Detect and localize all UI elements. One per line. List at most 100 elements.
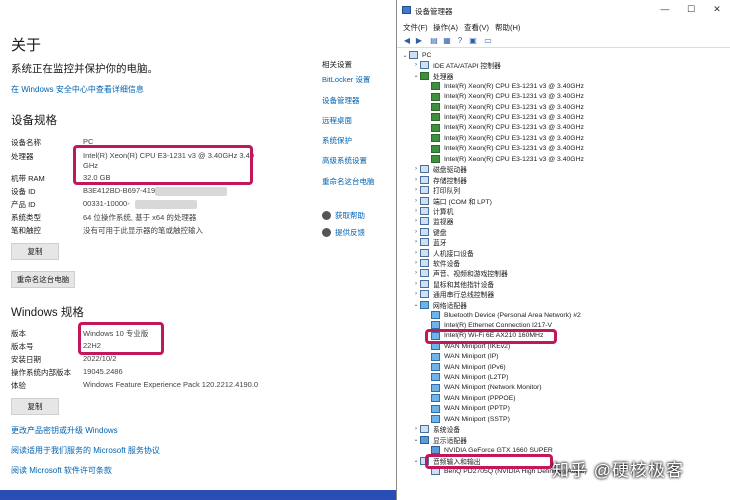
monitor-icon[interactable]: ▭ bbox=[483, 36, 493, 46]
remote-desktop-link[interactable]: 远程桌面 bbox=[322, 115, 352, 126]
expand-chevron-icon[interactable]: ⌄ bbox=[412, 301, 420, 308]
close-button[interactable]: ✕ bbox=[707, 4, 727, 15]
expand-chevron-icon[interactable]: › bbox=[412, 187, 420, 193]
tree-node[interactable]: › 存储控制器 bbox=[412, 175, 467, 185]
expand-chevron-icon[interactable]: ⌄ bbox=[412, 436, 420, 443]
maximize-button[interactable]: ☐ bbox=[681, 4, 701, 15]
expand-chevron-icon[interactable]: › bbox=[412, 218, 420, 224]
computer-icon bbox=[409, 51, 418, 59]
expand-chevron-icon[interactable]: › bbox=[412, 177, 420, 183]
tree-node[interactable]: WAN Miniport (Network Monitor) bbox=[423, 383, 542, 393]
tree-node[interactable]: › 人机接口设备 bbox=[412, 248, 474, 258]
tree-node[interactable]: WAN Miniport (PPPOE) bbox=[423, 393, 516, 403]
tree-node[interactable]: Intel(R) Xeon(R) CPU E3-1231 v3 @ 3.40GH… bbox=[423, 144, 584, 154]
tree-node[interactable]: Intel(R) Xeon(R) CPU E3-1231 v3 @ 3.40GH… bbox=[423, 92, 584, 102]
tree-node[interactable]: Intel(R) Xeon(R) CPU E3-1231 v3 @ 3.40GH… bbox=[423, 133, 584, 143]
tree-node[interactable]: WAN Miniport (IP) bbox=[423, 352, 499, 362]
expand-chevron-icon[interactable]: ⌄ bbox=[412, 457, 420, 464]
tree-node[interactable]: Intel(R) Xeon(R) CPU E3-1231 v3 @ 3.40GH… bbox=[423, 112, 584, 122]
forward-icon[interactable]: ▶ bbox=[414, 36, 424, 46]
tree-node[interactable]: WAN Miniport (PPTP) bbox=[423, 404, 510, 414]
license-terms-link[interactable]: 阅读 Microsoft 软件许可条款 bbox=[11, 465, 112, 476]
expand-chevron-icon[interactable]: › bbox=[412, 270, 420, 276]
tree-node[interactable]: › 磁盘驱动器 bbox=[412, 164, 467, 174]
tree-node-label: 系统设备 bbox=[433, 427, 461, 435]
expand-chevron-icon[interactable]: › bbox=[412, 229, 420, 235]
expand-chevron-icon[interactable]: › bbox=[412, 62, 420, 68]
expand-chevron-icon[interactable]: › bbox=[412, 426, 420, 432]
expand-chevron-icon[interactable]: › bbox=[412, 198, 420, 204]
expand-chevron-icon[interactable]: › bbox=[412, 166, 420, 172]
tree-view-icon[interactable]: ▦ bbox=[442, 36, 452, 46]
bitlocker-settings-link[interactable]: BitLocker 设置 bbox=[322, 74, 370, 85]
minimize-button[interactable]: — bbox=[655, 4, 675, 14]
tree-node[interactable]: › 计算机 bbox=[412, 206, 453, 216]
change-product-key-link[interactable]: 更改产品密钥或升级 Windows bbox=[11, 425, 118, 436]
tree-node-label: 监视器 bbox=[433, 219, 454, 227]
expand-chevron-icon[interactable]: › bbox=[412, 239, 420, 245]
tree-node[interactable]: › 鼠标和其他指针设备 bbox=[412, 279, 494, 289]
protection-status-text: 系统正在监控并保护你的电脑。 bbox=[11, 63, 158, 75]
tree-node[interactable]: › 系统设备 bbox=[412, 424, 460, 434]
dev-icon bbox=[420, 165, 429, 174]
menu-help[interactable]: 帮助(H) bbox=[495, 22, 520, 33]
service-agreement-link[interactable]: 阅读适用于我们服务的 Microsoft 服务协议 bbox=[11, 445, 160, 456]
menu-file[interactable]: 文件(F) bbox=[403, 22, 428, 33]
device-manager-window: 设备管理器 — ☐ ✕ 文件(F) 操作(A) 查看(V) 帮助(H) ◀ ▶ … bbox=[396, 0, 730, 500]
tree-node[interactable]: › 打印队列 bbox=[412, 185, 460, 195]
expand-chevron-icon[interactable]: › bbox=[412, 291, 420, 297]
chip-icon bbox=[431, 82, 440, 91]
expand-chevron-icon[interactable]: ⌄ bbox=[401, 52, 409, 59]
tree-node[interactable]: WAN Miniport (L2TP) bbox=[423, 372, 508, 382]
get-help-link[interactable]: 获取帮助 bbox=[322, 210, 365, 221]
rename-pc-button[interactable]: 重命名这台电脑 bbox=[11, 271, 75, 288]
tree-node[interactable]: › 蓝牙 bbox=[412, 237, 447, 247]
tree-node-label: 通用串行总线控制器 bbox=[433, 292, 495, 300]
copy-windows-specs-button[interactable]: 复制 bbox=[11, 398, 59, 415]
spec-key: 设备 ID bbox=[11, 187, 36, 196]
give-feedback-link[interactable]: 提供反馈 bbox=[322, 227, 365, 238]
system-protection-link[interactable]: 系统保护 bbox=[322, 135, 352, 146]
copy-device-specs-button[interactable]: 复制 bbox=[11, 243, 59, 260]
tree-node[interactable]: WAN Miniport (SSTP) bbox=[423, 414, 510, 424]
tree-node[interactable]: ⌄ 网络适配器 bbox=[412, 300, 467, 310]
expand-chevron-icon[interactable]: › bbox=[412, 260, 420, 266]
tree-node[interactable]: › 软件设备 bbox=[412, 258, 460, 268]
tree-node[interactable]: ⌄ 显示适配器 bbox=[412, 435, 467, 445]
help-icon[interactable]: ? bbox=[455, 36, 465, 46]
advanced-system-settings-link[interactable]: 高级系统设置 bbox=[322, 155, 367, 166]
expand-chevron-icon[interactable]: ⌄ bbox=[412, 72, 420, 79]
tree-node[interactable]: ⌄ 处理器 bbox=[412, 71, 453, 81]
tree-node[interactable]: › 通用串行总线控制器 bbox=[412, 289, 494, 299]
menu-view[interactable]: 查看(V) bbox=[464, 22, 489, 33]
tree-node-label: NVIDIA GeForce GTX 1660 SUPER bbox=[444, 446, 553, 454]
tree-node[interactable]: › IDE ATA/ATAPI 控制器 bbox=[412, 60, 501, 70]
properties-icon[interactable]: ▤ bbox=[429, 36, 439, 46]
security-center-link[interactable]: 在 Windows 安全中心中查看详细信息 bbox=[11, 84, 144, 95]
device-manager-link[interactable]: 设备管理器 bbox=[322, 95, 360, 106]
tree-node[interactable]: ⌄ PC bbox=[401, 50, 431, 60]
tree-node[interactable]: › 监视器 bbox=[412, 216, 453, 226]
expand-chevron-icon[interactable]: › bbox=[412, 250, 420, 256]
rename-pc-link[interactable]: 重命名这台电脑 bbox=[322, 176, 375, 187]
tree-node[interactable]: WAN Miniport (IPv6) bbox=[423, 362, 506, 372]
tree-node[interactable]: Intel(R) Xeon(R) CPU E3-1231 v3 @ 3.40GH… bbox=[423, 154, 584, 164]
tree-node[interactable]: Intel(R) Xeon(R) CPU E3-1231 v3 @ 3.40GH… bbox=[423, 123, 584, 133]
tree-node[interactable]: › 键盘 bbox=[412, 227, 447, 237]
tree-node[interactable]: Intel(R) Xeon(R) CPU E3-1231 v3 @ 3.40GH… bbox=[423, 81, 584, 91]
tree-node[interactable]: Intel(R) Xeon(R) CPU E3-1231 v3 @ 3.40GH… bbox=[423, 102, 584, 112]
view-icon[interactable]: ▣ bbox=[468, 36, 478, 46]
chip-icon bbox=[431, 134, 440, 143]
expand-chevron-icon[interactable]: › bbox=[412, 281, 420, 287]
back-icon[interactable]: ◀ bbox=[402, 36, 412, 46]
menu-action[interactable]: 操作(A) bbox=[433, 22, 458, 33]
tree-node-label: Intel(R) Xeon(R) CPU E3-1231 v3 @ 3.40GH… bbox=[444, 103, 584, 111]
spec-key: 机带 RAM bbox=[11, 174, 45, 183]
tree-node[interactable]: Bluetooth Device (Personal Area Network)… bbox=[423, 310, 581, 320]
tree-node[interactable]: › 声音、视频和游戏控制器 bbox=[412, 268, 508, 278]
expand-chevron-icon[interactable]: › bbox=[412, 208, 420, 214]
desktop-strip bbox=[0, 490, 396, 500]
tree-node-label: 显示适配器 bbox=[433, 437, 467, 445]
tree-node[interactable]: › 端口 (COM 和 LPT) bbox=[412, 196, 492, 206]
tree-node-label: WAN Miniport (L2TP) bbox=[444, 373, 509, 381]
